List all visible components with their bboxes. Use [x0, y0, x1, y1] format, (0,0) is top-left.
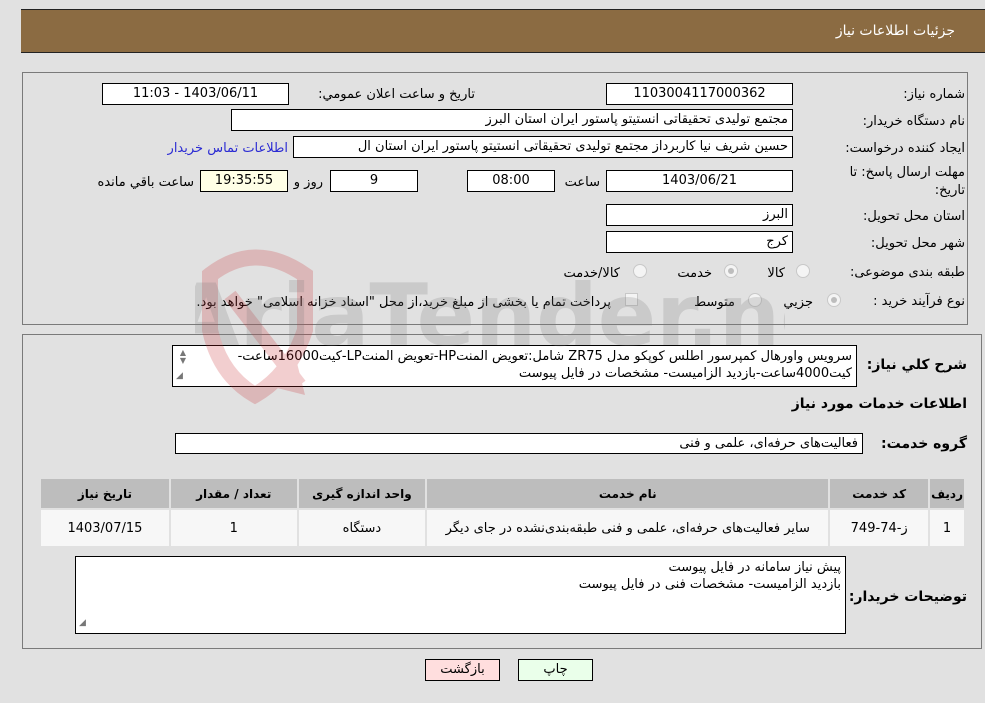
resize-grip-icon[interactable]: ◢ — [79, 615, 86, 632]
page-header: جزئیات اطلاعات نیاز — [21, 9, 985, 53]
treasury-note: پرداخت تمام یا بخشی از مبلغ خرید،از محل … — [196, 295, 611, 310]
deadline-date-field: 1403/06/21 — [606, 170, 793, 192]
description-label: شرح كلي نياز: — [866, 357, 967, 373]
resize-grip-icon[interactable]: ◢ — [176, 368, 183, 385]
service-group-field: فعالیت‌های حرفه‌ای، علمی و فنی — [175, 433, 863, 454]
buyer-org-field: مجتمع تولیدی تحقیقاتی انستیتو پاستور ایر… — [231, 109, 793, 131]
process-radio-minor[interactable] — [827, 293, 841, 307]
need-number-field: 1103004117000362 — [606, 83, 793, 105]
category-option-goods: کالا — [767, 266, 785, 281]
cell-quantity: 1 — [168, 508, 299, 548]
creator-label: ایجاد کننده درخواست: — [845, 141, 965, 156]
col-row-number: ردیف — [928, 477, 966, 510]
page-title: جزئیات اطلاعات نیاز — [835, 23, 955, 39]
time-remaining-label: ساعت باقي مانده — [97, 175, 194, 190]
deadline-time-label: ساعت — [564, 175, 600, 190]
services-table: ردیف کد خدمت نام خدمت واحد اندازه گیری ت… — [39, 477, 966, 548]
announce-datetime-field: 1403/06/11 - 11:03 — [102, 83, 289, 105]
print-button[interactable]: چاپ — [518, 659, 593, 681]
process-type-label: نوع فرآیند خرید : — [873, 294, 965, 309]
category-label: طبقه بندی موضوعی: — [849, 265, 965, 280]
category-radio-service[interactable] — [724, 264, 738, 278]
col-quantity: تعداد / مقدار — [168, 477, 299, 510]
cell-need-date: 1403/07/15 — [39, 508, 171, 548]
creator-field: حسین شریف نیا کاربرداز مجتمع تولیدی تحقی… — [293, 136, 793, 158]
category-option-service: خدمت — [677, 266, 712, 281]
category-radio-goods-service[interactable] — [633, 264, 647, 278]
services-section-title: اطلاعات خدمات مورد نیاز — [791, 396, 967, 412]
process-option-minor: جزيي — [783, 295, 813, 310]
days-remaining-field: 9 — [330, 170, 418, 192]
description-text: سرویس واورهال کمپرسور اطلس کوپکو مدل ZR7… — [237, 349, 852, 381]
table-row: 1 ز-74-749 سایر فعالیت‌های حرفه‌ای، علمی… — [39, 508, 966, 548]
category-radio-goods[interactable] — [796, 264, 810, 278]
province-field: البرز — [606, 204, 793, 226]
process-option-medium: متوسط — [694, 295, 735, 310]
buyer-contact-link[interactable]: اطلاعات تماس خریدار — [168, 141, 288, 156]
buyer-notes-line-2: بازدید الزامیست- مشخصات فنی در فایل پیوس… — [578, 577, 841, 592]
back-button[interactable]: بازگشت — [425, 659, 500, 681]
description-textarea[interactable]: سرویس واورهال کمپرسور اطلس کوپکو مدل ZR7… — [172, 345, 857, 387]
treasury-checkbox[interactable] — [625, 293, 638, 306]
deadline-time-field: 08:00 — [467, 170, 555, 192]
service-group-label: گروه خدمت: — [881, 436, 967, 452]
cell-row-number: 1 — [928, 508, 966, 548]
city-label: شهر محل تحویل: — [870, 236, 965, 251]
buyer-notes-textarea[interactable]: پیش نیاز سامانه در فایل پیوست بازدید الز… — [75, 556, 846, 634]
table-header-row: ردیف کد خدمت نام خدمت واحد اندازه گیری ت… — [39, 477, 966, 510]
announce-label: تاریخ و ساعت اعلان عمومي: — [318, 87, 475, 102]
province-label: استان محل تحویل: — [863, 209, 965, 224]
time-remaining-field: 19:35:55 — [200, 170, 288, 192]
buyer-notes-line-1: پیش نیاز سامانه در فایل پیوست — [668, 560, 841, 575]
buyer-org-label: نام دستگاه خریدار: — [862, 114, 965, 129]
buyer-notes-label: توضیحات خریدار: — [848, 589, 967, 605]
col-need-date: تاریخ نیاز — [39, 477, 171, 510]
days-label: روز و — [293, 175, 323, 190]
city-field: کرج — [606, 231, 793, 253]
col-service-code: کد خدمت — [828, 477, 931, 510]
cell-service-code: ز-74-749 — [828, 508, 931, 548]
scroll-arrows-icon[interactable]: ▲ ▼ — [176, 349, 186, 365]
deadline-label-date: تاریخ: — [934, 183, 965, 198]
category-option-goods-service: کالا/خدمت — [563, 266, 620, 281]
col-service-name: نام خدمت — [425, 477, 831, 510]
deadline-label: مهلت ارسال پاسخ: تا — [849, 165, 965, 180]
cell-unit: دستگاه — [296, 508, 428, 548]
cell-service-name: سایر فعالیت‌های حرفه‌ای، علمی و فنی طبقه… — [425, 508, 831, 548]
process-radio-medium[interactable] — [748, 293, 762, 307]
col-unit: واحد اندازه گیری — [296, 477, 428, 510]
need-number-label: شماره نیاز: — [903, 87, 965, 102]
